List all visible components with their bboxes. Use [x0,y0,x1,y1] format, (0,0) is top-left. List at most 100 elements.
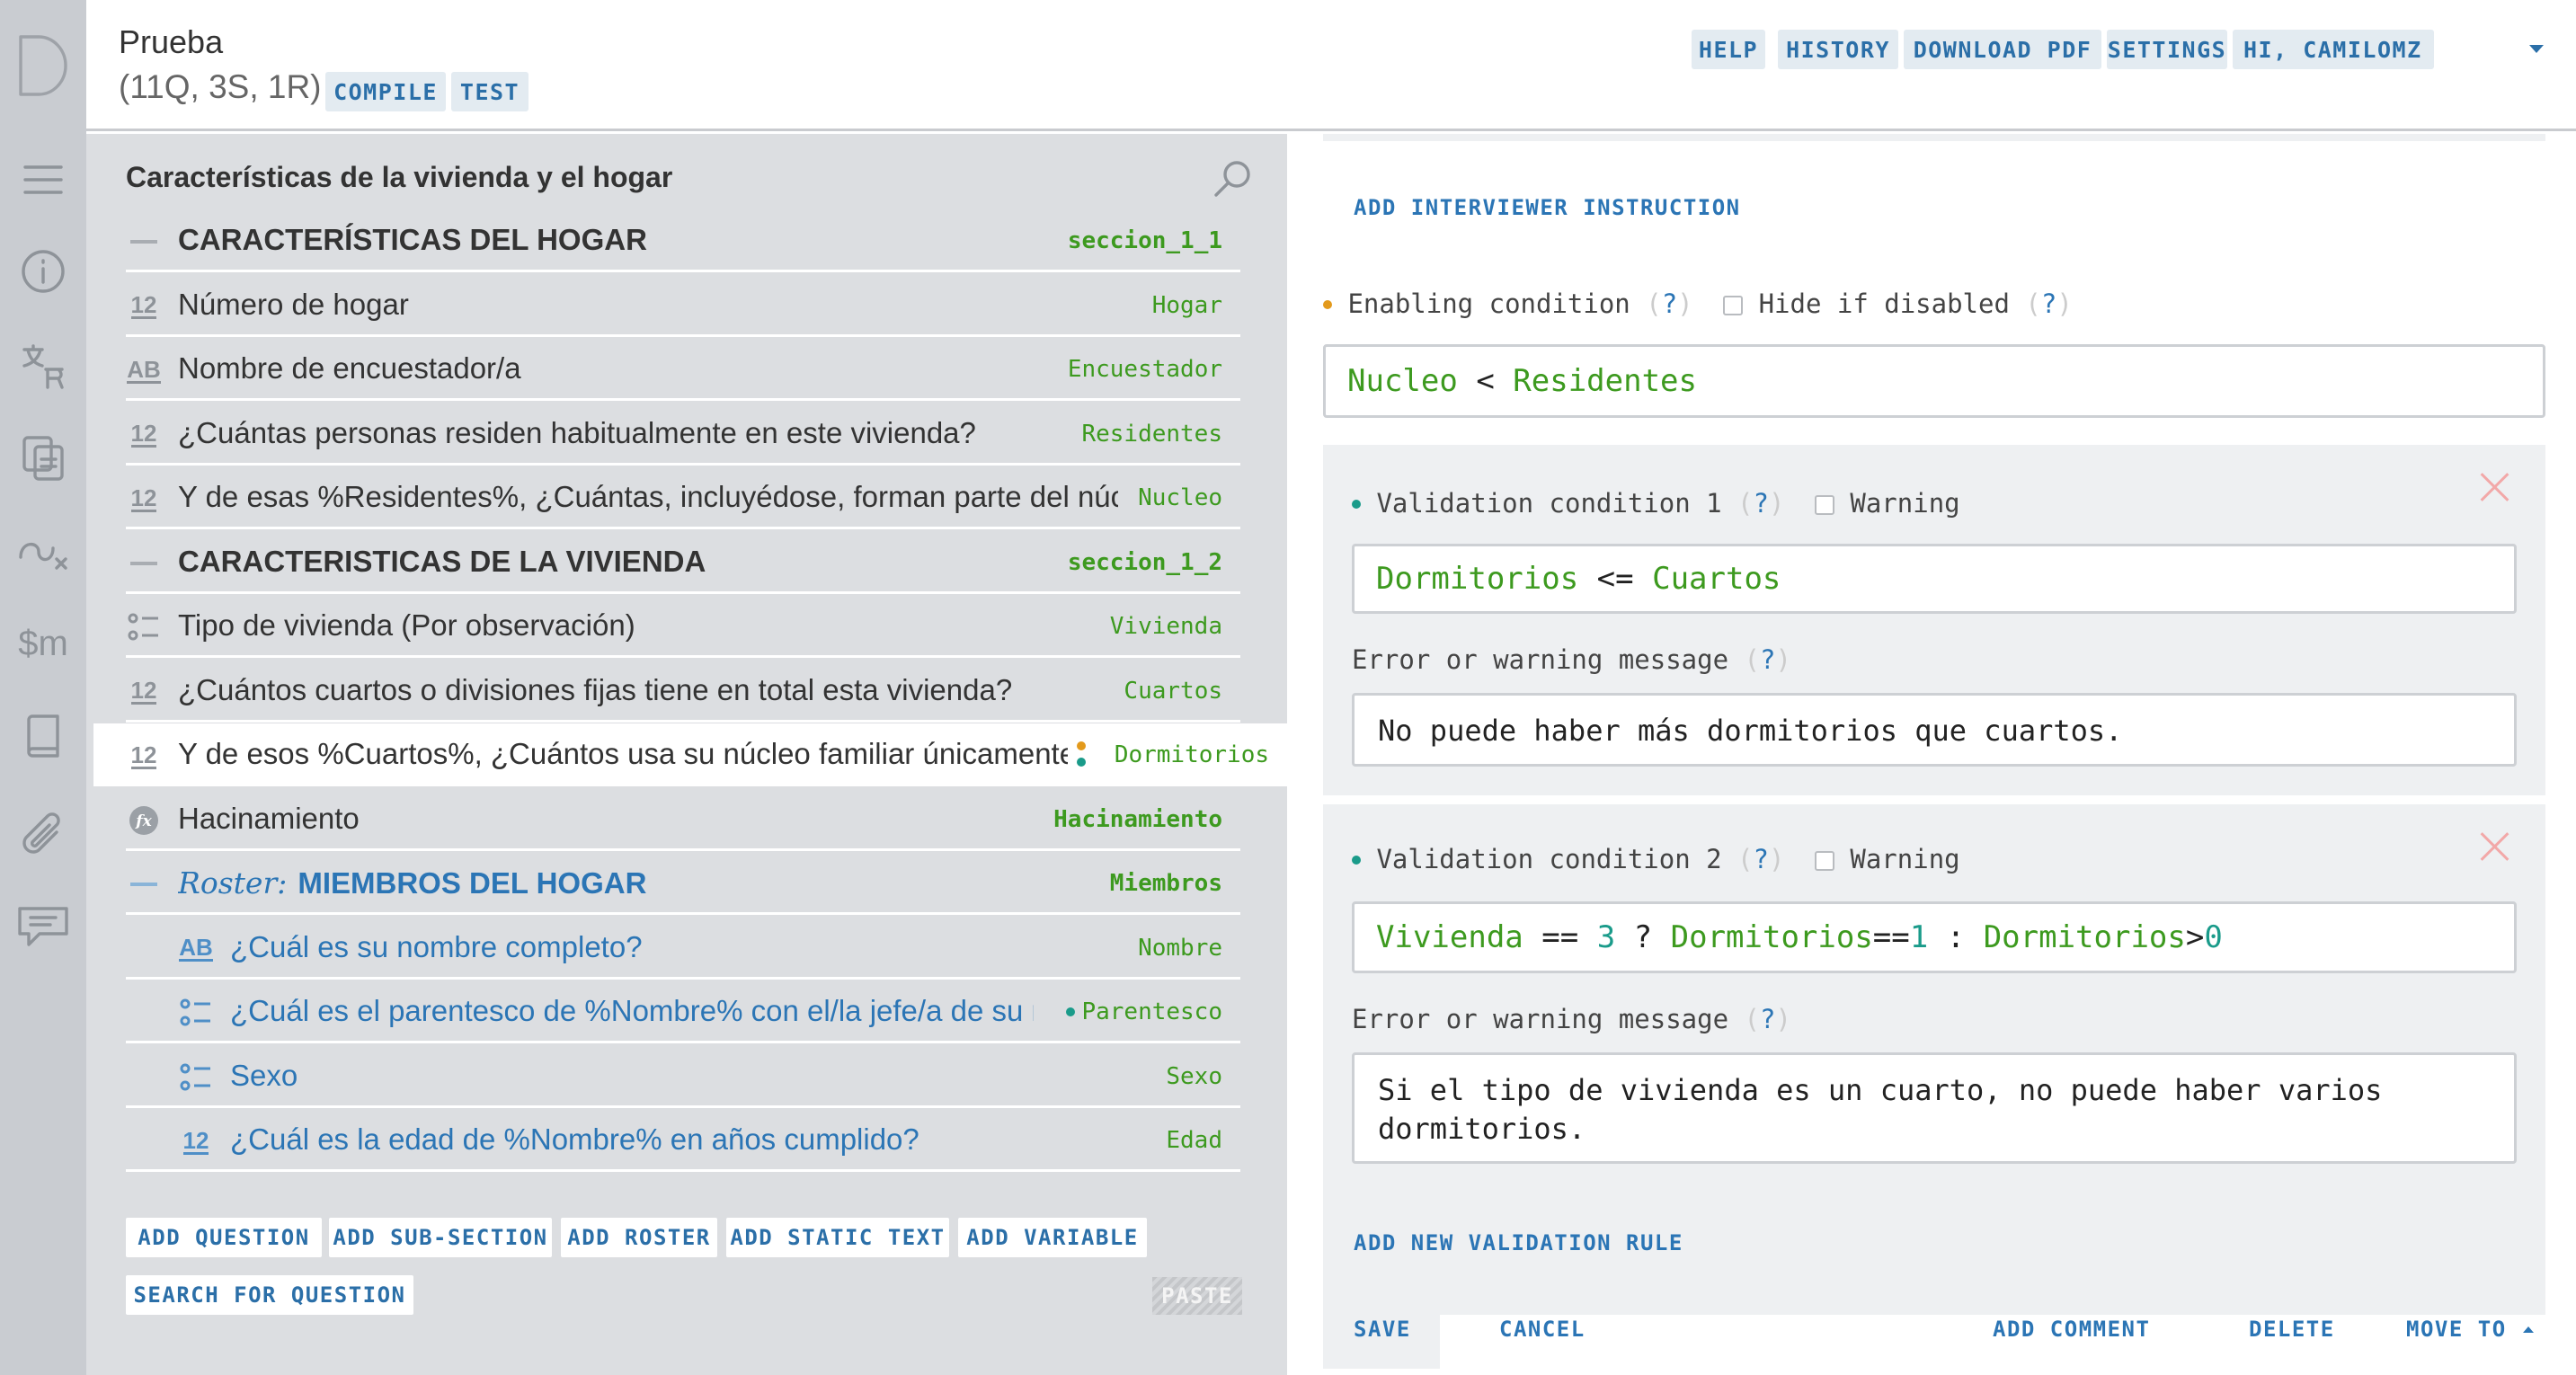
message-2-help-icon[interactable]: ? [1760,1004,1775,1034]
add-comment-button[interactable]: ADD COMMENT [1993,1317,2150,1342]
validation-1-message-label-row: Error or warning message (?) [1352,644,1791,675]
outline-question-row[interactable]: Sexo Sexo [126,1045,1240,1108]
outline-question-row[interactable]: 12 ¿Cuántas personas residen habitualment… [126,403,1240,466]
add-interviewer-instruction-link[interactable]: ADD INTERVIEWER INSTRUCTION [1354,195,1741,220]
settings-button[interactable]: SETTINGS [2107,30,2227,69]
outline-row-title: Tipo de vivienda (Por observación) [178,608,635,642]
download-pdf-button[interactable]: DOWNLOAD PDF [1904,30,2101,69]
add-static-text-button[interactable]: ADD STATIC TEXT [726,1218,949,1257]
outline-section-row[interactable]: CARACTERÍSTICAS DEL HOGAR seccion_1_1 [126,209,1240,272]
validation-1-help-icon[interactable]: ? [1754,488,1769,519]
add-new-validation-rule-link[interactable]: ADD NEW VALIDATION RULE [1354,1230,1683,1255]
app-logo[interactable] [0,0,86,131]
search-icon[interactable] [1212,157,1255,205]
compile-button[interactable]: COMPILE [325,72,446,111]
outline-question-row[interactable]: 12 Y de esos %Cuartos%, ¿Cuántos usa su n… [93,723,1287,786]
message-1-help-icon[interactable]: ? [1760,644,1775,675]
validation-marker-dot [1077,758,1086,767]
expr-token: Cuartos [1652,561,1781,597]
outline-question-row[interactable]: 12 Y de esas %Residentes%, ¿Cuántas, incl… [126,466,1240,529]
enabling-condition-input[interactable]: Nucleo < Residentes [1323,344,2545,418]
caret-up-icon [2522,1326,2534,1333]
outline-row-variable: Hogar [1151,291,1222,319]
outline-row-title: ¿Cuál es el parentesco de %Nombre% con e… [230,994,1034,1027]
numeric-question-icon: 12 [130,483,157,512]
numeric-question-icon: 12 [130,420,157,448]
delete-validation-1-icon[interactable] [2479,472,2509,502]
outline-question-row[interactable]: AB Nombre de encuestador/a Encuestador [126,338,1240,401]
help-button[interactable]: HELP [1692,30,1765,69]
outline-question-row[interactable]: ¿Cuál es el parentesco de %Nombre% con e… [126,980,1240,1043]
outline-question-row[interactable]: Tipo de vivienda (Por observación) Vivien… [126,595,1240,658]
chevron-down-icon[interactable] [2529,45,2544,53]
route-icon[interactable] [9,519,77,584]
validation-dot [1352,856,1361,865]
validation-2-expression-input[interactable]: Vivienda == 3 ? Dormitorios == 1 : Dormito… [1352,901,2517,973]
outline-question-row[interactable]: 12 ¿Cuál es la edad de %Nombre% en años c… [126,1109,1240,1172]
user-menu-button[interactable]: HI, CAMILOMZ [2233,30,2434,69]
hide-if-disabled-help-icon[interactable]: ? [2041,288,2056,319]
add-question-button[interactable]: ADD QUESTION [126,1218,322,1257]
hide-if-disabled-checkbox[interactable] [1723,296,1744,315]
enabling-help-icon[interactable]: ? [1662,288,1677,319]
designer-logo-icon [19,35,67,96]
validation-1-warning-checkbox[interactable] [1814,495,1834,515]
add-subsection-button[interactable]: ADD SUB-SECTION [329,1218,552,1257]
outline-row-title: Roster: MIEMBROS DEL HOGAR [178,865,646,900]
enabling-condition-label: Enabling condition [1347,288,1630,319]
save-button[interactable]: SAVE [1354,1317,1411,1342]
outline-question-row[interactable]: fx Hacinamiento Hacinamiento [126,788,1240,851]
outline-row-title: Sexo [230,1058,298,1092]
move-to-button[interactable]: MOVE TO [2406,1317,2536,1342]
expr-token: : [1946,919,1966,955]
outline-row-variable: seccion_1_2 [1067,548,1222,576]
outline-section-row[interactable]: CARACTERISTICAS DE LA VIVIENDA seccion_1_… [126,531,1240,594]
outline-row-variable: Edad [1166,1127,1222,1154]
validation-2-help-icon[interactable]: ? [1754,844,1769,874]
macros-icon[interactable]: $m [9,611,77,676]
translate-icon[interactable] [9,334,77,399]
expr-token: > [2185,919,2205,955]
validation-1-message-input[interactable]: No puede haber más dormitorios que cuart… [1352,693,2517,767]
search-for-question-button[interactable]: SEARCH FOR QUESTION [126,1275,413,1315]
outline-row-title: Número de hogar [178,287,409,321]
expr-token: == [1872,919,1910,955]
cancel-button[interactable]: CANCEL [1499,1317,1586,1342]
roster-label: Roster: [178,865,288,900]
menu-icon[interactable] [9,147,77,212]
copy-icon[interactable] [9,426,77,491]
test-button[interactable]: TEST [451,72,529,111]
info-icon[interactable] [9,239,77,304]
outline-row-variable: Hacinamiento [1053,805,1222,833]
section-dash-icon [126,868,162,900]
validation-2-header: Validation condition 2 (?) Warning [1352,844,1960,874]
outline-row-title: CARACTERISTICAS DE LA VIVIENDA [178,544,706,578]
book-icon[interactable] [9,705,77,769]
delete-button[interactable]: DELETE [2249,1317,2335,1342]
outline-row-title: ¿Cuál es la edad de %Nombre% en años cum… [230,1122,919,1156]
add-variable-button[interactable]: ADD VARIABLE [958,1218,1147,1257]
roster-title: MIEMBROS DEL HOGAR [298,866,647,900]
outline-question-row[interactable]: 12 Número de hogar Hogar [126,274,1240,337]
validation-1-expression-input[interactable]: Dormitorios <= Cuartos [1352,544,2517,614]
validation-1-message-label: Error or warning message [1352,644,1729,675]
outline-row-title: Hacinamiento [178,801,360,835]
single-select-icon [178,1061,214,1094]
validation-2-message-label-row: Error or warning message (?) [1352,1004,1791,1034]
validation-2-message-input[interactable]: Si el tipo de vivienda es un cuarto, no … [1352,1052,2517,1164]
svg-text:fx: fx [135,812,152,830]
attachment-icon[interactable] [9,802,77,866]
question-editor: ADD INTERVIEWER INSTRUCTION Enabling con… [1287,134,2576,1375]
delete-validation-2-icon[interactable] [2479,831,2509,862]
validation-condition-1: Validation condition 1 (?) Warning Dormi… [1323,445,2545,795]
validation-2-warning-checkbox[interactable] [1814,851,1834,871]
comments-icon[interactable] [9,895,77,960]
validation-dot [1352,500,1361,509]
outline-row-title: ¿Cuántas personas residen habitualmente … [178,415,976,449]
add-roster-button[interactable]: ADD ROSTER [561,1218,717,1257]
outline-question-row[interactable]: AB ¿Cuál es su nombre completo? Nombre [126,917,1240,980]
history-button[interactable]: HISTORY [1778,30,1898,69]
outline-roster-row[interactable]: Roster: MIEMBROS DEL HOGAR Miembros [126,852,1240,915]
expr-token: Residentes [1513,363,1697,399]
outline-question-row[interactable]: 12 ¿Cuántos cuartos o divisiones fijas ti… [126,660,1240,723]
